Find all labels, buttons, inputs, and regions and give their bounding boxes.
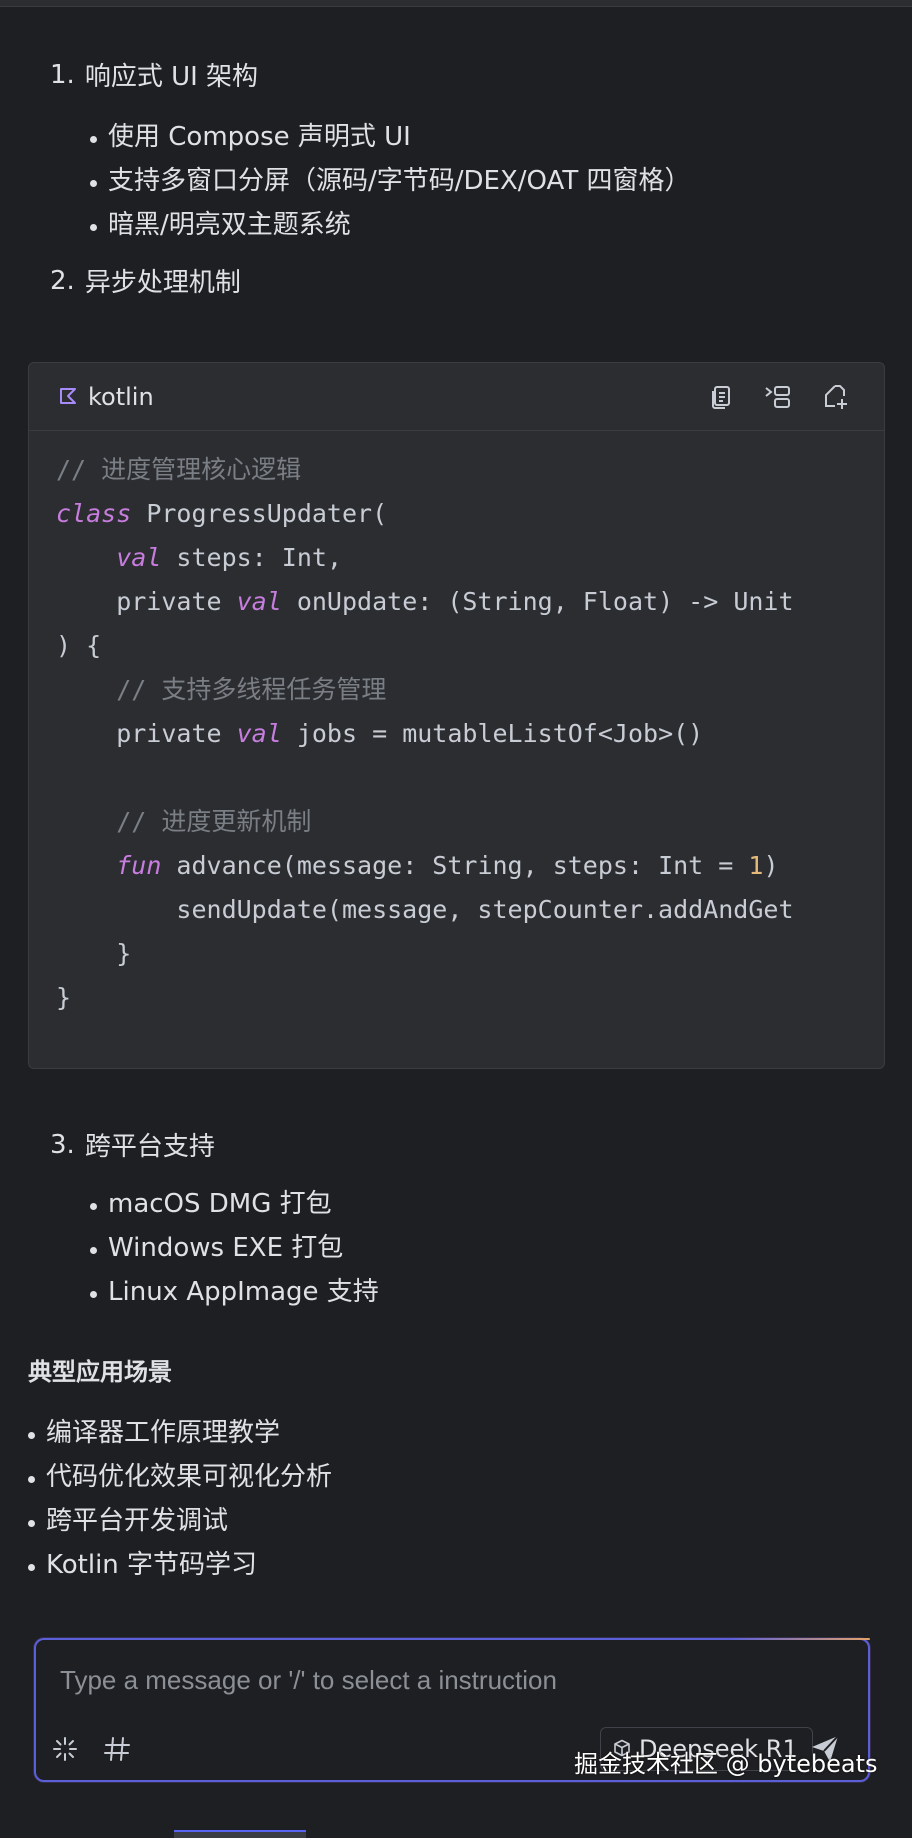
code-token: fun xyxy=(116,851,162,880)
code-block: kotlin // 进度管理核心逻辑 class ProgressUpdater( xyxy=(28,362,885,1069)
list-item-1: 1. 响应式 UI 架构 xyxy=(50,56,258,93)
code-token: steps: Int, xyxy=(161,543,342,572)
code-line: sendUpdate(message, stepCounter.addAndGe… xyxy=(56,888,816,932)
code-token: class xyxy=(56,499,132,528)
bullet-dot xyxy=(28,1564,35,1571)
code-token: ) xyxy=(763,851,779,880)
bullet-text: Windows EXE 打包 xyxy=(108,1233,344,1263)
bullet-item: Windows EXE 打包 xyxy=(90,1227,343,1264)
watermark: 掘金技术社区 @ bytebeats xyxy=(574,1750,878,1778)
bullet-text: 支持多窗口分屏（源码/字节码/DEX/OAT 四窗格） xyxy=(108,166,691,196)
bullet-dot xyxy=(90,1203,97,1210)
bullet-item: macOS DMG 打包 xyxy=(90,1183,332,1220)
bullet-dot xyxy=(28,1520,35,1527)
code-token: 1 xyxy=(748,851,764,880)
copy-icon[interactable] xyxy=(706,382,736,412)
bullet-dot xyxy=(90,1291,97,1298)
code-line: } xyxy=(56,932,816,976)
list-number: 3. xyxy=(50,1129,75,1160)
bottom-strip xyxy=(0,1826,912,1836)
code-line: // 进度更新机制 xyxy=(56,800,816,844)
list-title: 跨平台支持 xyxy=(84,1132,215,1162)
code-token: // 进度管理核心逻辑 xyxy=(56,455,302,484)
bullet-text: Linux AppImage 支持 xyxy=(108,1277,379,1307)
bullet-item: 代码优化效果可视化分析 xyxy=(28,1456,332,1493)
bullet-item: 使用 Compose 声明式 UI xyxy=(90,116,411,153)
bullet-item: 支持多窗口分屏（源码/字节码/DEX/OAT 四窗格） xyxy=(90,160,690,197)
section-heading: 典型应用场景 xyxy=(28,1358,172,1386)
top-bar xyxy=(0,0,912,7)
hash-icon[interactable] xyxy=(100,1732,134,1766)
list-number: 2. xyxy=(50,265,75,296)
code-token: private xyxy=(56,587,237,616)
bullet-dot xyxy=(90,180,97,187)
code-line: // 支持多线程任务管理 xyxy=(56,668,816,712)
code-line: ) { xyxy=(56,624,816,668)
bullet-dot xyxy=(28,1476,35,1483)
code-token: val xyxy=(236,719,282,748)
code-line: private val onUpdate: (String, Float) ->… xyxy=(56,580,816,624)
sparkle-icon[interactable] xyxy=(48,1732,82,1766)
code-line: val steps: Int, xyxy=(56,536,816,580)
message-input[interactable] xyxy=(58,1664,842,1697)
code-token: val xyxy=(236,587,282,616)
code-token: private xyxy=(56,719,237,748)
code-line: } xyxy=(56,976,816,1020)
list-title: 响应式 UI 架构 xyxy=(84,62,259,92)
bullet-item: 暗黑/明亮双主题系统 xyxy=(90,204,351,241)
code-line: // 进度管理核心逻辑 xyxy=(56,448,816,492)
code-token: } xyxy=(56,983,72,1012)
bullet-text: 暗黑/明亮双主题系统 xyxy=(108,210,351,240)
code-line: class ProgressUpdater( xyxy=(56,492,816,536)
bullet-dot xyxy=(90,224,97,231)
new-file-icon[interactable] xyxy=(820,382,850,412)
list-item-2: 2. 异步处理机制 xyxy=(50,262,241,299)
bullet-text: 编译器工作原理教学 xyxy=(46,1418,281,1448)
list-item-3: 3. 跨平台支持 xyxy=(50,1126,215,1163)
bullet-text: 代码优化效果可视化分析 xyxy=(46,1462,333,1492)
insert-icon[interactable] xyxy=(763,382,793,412)
list-title: 异步处理机制 xyxy=(84,268,241,298)
code-token: ProgressUpdater( xyxy=(131,499,388,528)
bullet-item: Kotlin 字节码学习 xyxy=(28,1544,257,1581)
bullet-text: 跨平台开发调试 xyxy=(46,1506,229,1536)
bottom-tab-indicator xyxy=(174,1830,306,1838)
bullet-text: Kotlin 字节码学习 xyxy=(46,1550,258,1580)
code-language-label: kotlin xyxy=(88,383,154,411)
code-content: // 进度管理核心逻辑 class ProgressUpdater( val st… xyxy=(56,448,816,1020)
code-token: advance(message: String, steps: Int = xyxy=(161,851,749,880)
kotlin-icon xyxy=(59,387,77,405)
code-token: onUpdate: (String, Float) -> Unit xyxy=(281,587,794,616)
list-number: 1. xyxy=(50,59,75,90)
bullet-text: 使用 Compose 声明式 UI xyxy=(108,122,411,152)
bullet-dot xyxy=(90,1247,97,1254)
code-block-header: kotlin xyxy=(29,363,884,431)
code-token: // 支持多线程任务管理 xyxy=(116,675,387,704)
code-token: // 进度更新机制 xyxy=(116,807,312,836)
bullet-dot xyxy=(90,136,97,143)
code-token: val xyxy=(116,543,162,572)
code-token: jobs = mutableListOf<Job>() xyxy=(281,719,704,748)
bullet-item: 编译器工作原理教学 xyxy=(28,1412,280,1449)
code-token: ) { xyxy=(56,631,102,660)
bullet-item: 跨平台开发调试 xyxy=(28,1500,228,1537)
bullet-dot xyxy=(28,1432,35,1439)
code-token: } xyxy=(56,939,132,968)
code-line: private val jobs = mutableListOf<Job>() xyxy=(56,712,816,756)
code-token: sendUpdate(message, stepCounter.addAndGe… xyxy=(56,895,794,924)
bullet-text: macOS DMG 打包 xyxy=(108,1189,332,1219)
code-line: fun advance(message: String, steps: Int … xyxy=(56,844,816,888)
bullet-item: Linux AppImage 支持 xyxy=(90,1271,379,1308)
